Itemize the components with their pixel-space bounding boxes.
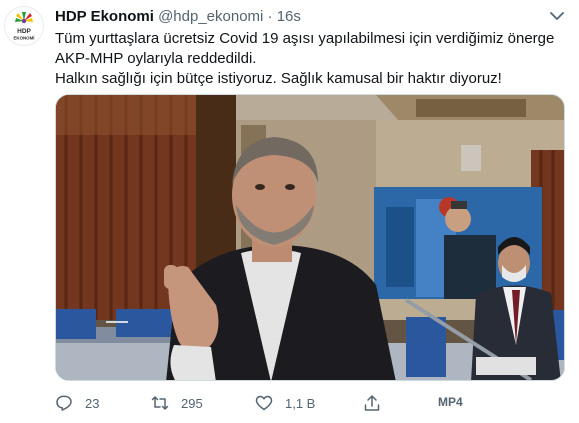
avatar-text-bottom: EKONOMİ <box>14 36 35 41</box>
separator-dot: · <box>267 8 273 25</box>
video-frame <box>56 95 564 380</box>
more-menu-button[interactable] <box>545 6 569 26</box>
avatar[interactable]: HDP EKONOMİ <box>4 6 44 46</box>
video-player[interactable] <box>55 94 565 381</box>
reply-icon <box>55 394 73 412</box>
tweet-text-line-1: Tüm yurttaşlara ücretsiz Covid 19 aşısı … <box>55 30 555 67</box>
tweet-text-line-2: Halkın sağlığı için bütçe istiyoruz. Sağ… <box>55 70 502 87</box>
tweet[interactable]: HDP EKONOMİ HDP Ekonomi @hdp_ekonomi · 1… <box>0 0 579 423</box>
mp4-download-button[interactable]: MP4 <box>435 393 466 411</box>
hdp-logo-icon: HDP EKONOMİ <box>14 12 35 41</box>
chevron-down-icon <box>550 11 564 20</box>
retweet-count: 295 <box>181 395 203 411</box>
share-button[interactable] <box>363 393 381 413</box>
like-button[interactable]: 1,1 B <box>255 393 315 413</box>
like-count: 1,1 B <box>285 395 316 411</box>
author-name[interactable]: HDP Ekonomi <box>55 8 154 25</box>
author-handle[interactable]: @hdp_ekonomi <box>158 8 263 25</box>
retweet-button[interactable]: 295 <box>151 393 203 413</box>
share-icon <box>363 394 381 412</box>
tweet-actions: 23 295 1,1 B MP4 <box>55 393 565 413</box>
tweet-header: HDP Ekonomi @hdp_ekonomi · 16s <box>55 8 301 25</box>
reply-button[interactable]: 23 <box>55 393 99 413</box>
tweet-text: Tüm yurttaşlara ücretsiz Covid 19 aşısı … <box>55 29 560 89</box>
heart-icon <box>255 394 273 412</box>
retweet-icon <box>151 394 169 412</box>
tweet-timestamp[interactable]: 16s <box>277 8 301 25</box>
avatar-text-top: HDP <box>17 28 31 35</box>
reply-count: 23 <box>85 395 100 411</box>
